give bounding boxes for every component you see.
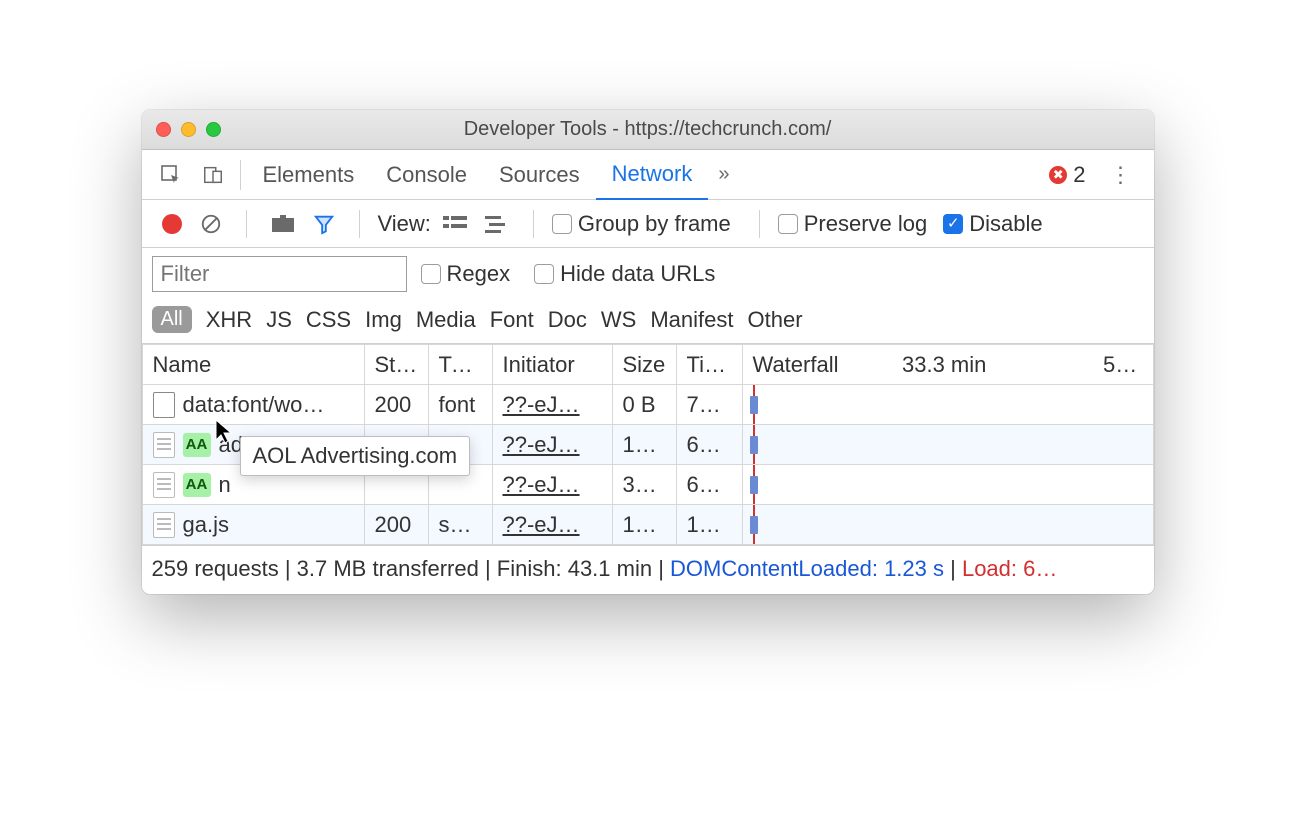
type-filter-img[interactable]: Img <box>365 307 402 333</box>
cell-waterfall <box>742 505 1153 545</box>
cell-initiator[interactable]: ??-eJ… <box>492 385 612 425</box>
filter-input[interactable] <box>152 256 407 292</box>
cell-waterfall <box>742 465 1153 505</box>
view-large-icon[interactable] <box>437 214 473 234</box>
capture-screenshot-icon[interactable] <box>265 215 301 233</box>
tracker-badge-icon: AA <box>183 433 211 457</box>
tab-console[interactable]: Console <box>370 150 483 200</box>
col-name[interactable]: Name <box>142 345 364 385</box>
window-title: Developer Tools - https://techcrunch.com… <box>142 118 1154 141</box>
clear-button[interactable] <box>194 213 228 235</box>
disable-cache-option[interactable]: Disable <box>943 211 1042 237</box>
inspect-icon[interactable] <box>150 150 192 200</box>
main-tabbar: Elements Console Sources Network » ✖ 2 ⋮ <box>142 150 1154 200</box>
cell-status: 200 <box>364 385 428 425</box>
request-name: data:font/wo… <box>183 392 325 418</box>
separator <box>240 160 241 190</box>
status-transferred: 3.7 MB transferred <box>297 556 479 581</box>
cell-initiator[interactable]: ??-eJ… <box>492 465 612 505</box>
file-icon <box>153 512 175 538</box>
table-row[interactable]: ga.js200sc…??-eJ…1…1… <box>142 505 1153 545</box>
waterfall-tick-2: 50.0 <box>1093 345 1153 385</box>
file-icon <box>153 392 175 418</box>
status-bar: 259 requests | 3.7 MB transferred | Fini… <box>142 545 1154 594</box>
type-filter-other[interactable]: Other <box>748 307 803 333</box>
close-icon[interactable] <box>156 122 171 137</box>
cell-size: 1… <box>612 425 676 465</box>
hide-data-urls-option[interactable]: Hide data URLs <box>534 261 715 287</box>
waterfall-tick-1: 33.3 min <box>892 345 1093 385</box>
cell-time: 6… <box>676 425 742 465</box>
cell-type: sc… <box>428 505 492 545</box>
titlebar: Developer Tools - https://techcrunch.com… <box>142 110 1154 150</box>
cell-type: font <box>428 385 492 425</box>
filter-bar: Regex Hide data URLs <box>142 248 1154 300</box>
cell-waterfall <box>742 385 1153 425</box>
type-filter-all[interactable]: All <box>152 306 192 333</box>
cell-time: 1… <box>676 505 742 545</box>
col-initiator[interactable]: Initiator <box>492 345 612 385</box>
minimize-icon[interactable] <box>181 122 196 137</box>
cell-time: 6… <box>676 465 742 505</box>
tab-elements[interactable]: Elements <box>247 150 371 200</box>
request-name: n <box>219 472 231 498</box>
col-status[interactable]: St… <box>364 345 428 385</box>
traffic-lights <box>156 122 221 137</box>
type-filter-manifest[interactable]: Manifest <box>650 307 733 333</box>
type-filter-doc[interactable]: Doc <box>548 307 587 333</box>
cell-time: 7… <box>676 385 742 425</box>
tracker-badge-icon: AA <box>183 473 211 497</box>
type-filter-media[interactable]: Media <box>416 307 476 333</box>
tab-sources[interactable]: Sources <box>483 150 596 200</box>
cell-initiator[interactable]: ??-eJ… <box>492 425 612 465</box>
preserve-log-option[interactable]: Preserve log <box>778 211 928 237</box>
col-size[interactable]: Size <box>612 345 676 385</box>
cell-waterfall <box>742 425 1153 465</box>
status-load: Load: 6… <box>962 556 1057 581</box>
status-finish: Finish: 43.1 min <box>497 556 652 581</box>
cell-size: 0 B <box>612 385 676 425</box>
filter-icon[interactable] <box>307 213 341 235</box>
view-small-icon[interactable] <box>479 214 515 234</box>
network-toolbar: View: Group by frame Preserve log Disabl… <box>142 200 1154 248</box>
type-filter-bar: All XHR JS CSS Img Media Font Doc WS Man… <box>142 300 1154 344</box>
tracker-tooltip: AOL Advertising.com <box>240 436 471 476</box>
status-requests: 259 requests <box>152 556 279 581</box>
cell-size: 1… <box>612 505 676 545</box>
type-filter-js[interactable]: JS <box>266 307 292 333</box>
record-button[interactable] <box>156 214 188 234</box>
type-filter-css[interactable]: CSS <box>306 307 351 333</box>
regex-option[interactable]: Regex <box>421 261 511 287</box>
type-filter-xhr[interactable]: XHR <box>206 307 252 333</box>
type-filter-ws[interactable]: WS <box>601 307 636 333</box>
cell-initiator[interactable]: ??-eJ… <box>492 505 612 545</box>
devtools-window: Developer Tools - https://techcrunch.com… <box>142 110 1154 594</box>
col-type[interactable]: Ty… <box>428 345 492 385</box>
maximize-icon[interactable] <box>206 122 221 137</box>
group-by-frame-option[interactable]: Group by frame <box>552 211 731 237</box>
status-dcl: DOMContentLoaded: 1.23 s <box>670 556 944 581</box>
settings-kebab-icon[interactable]: ⋮ <box>1096 162 1146 188</box>
tabs-overflow-icon[interactable]: » <box>708 163 739 186</box>
type-filter-font[interactable]: Font <box>490 307 534 333</box>
device-toggle-icon[interactable] <box>192 150 234 200</box>
col-time[interactable]: Ti… <box>676 345 742 385</box>
file-icon <box>153 432 175 458</box>
error-dot-icon: ✖ <box>1049 166 1067 184</box>
view-label: View: <box>378 211 431 237</box>
col-waterfall[interactable]: Waterfall <box>742 345 892 385</box>
file-icon <box>153 472 175 498</box>
tab-network[interactable]: Network <box>596 150 709 200</box>
table-row[interactable]: data:font/wo… 200font??-eJ…0 B7… <box>142 385 1153 425</box>
table-header-row: Name St… Ty… Initiator Size Ti… Waterfal… <box>142 345 1153 385</box>
error-count[interactable]: ✖ 2 <box>1039 162 1095 188</box>
cell-size: 3… <box>612 465 676 505</box>
cell-status: 200 <box>364 505 428 545</box>
error-count-value: 2 <box>1073 162 1085 188</box>
requests-table-wrap: Name St… Ty… Initiator Size Ti… Waterfal… <box>142 344 1154 545</box>
request-name: ga.js <box>183 512 229 538</box>
